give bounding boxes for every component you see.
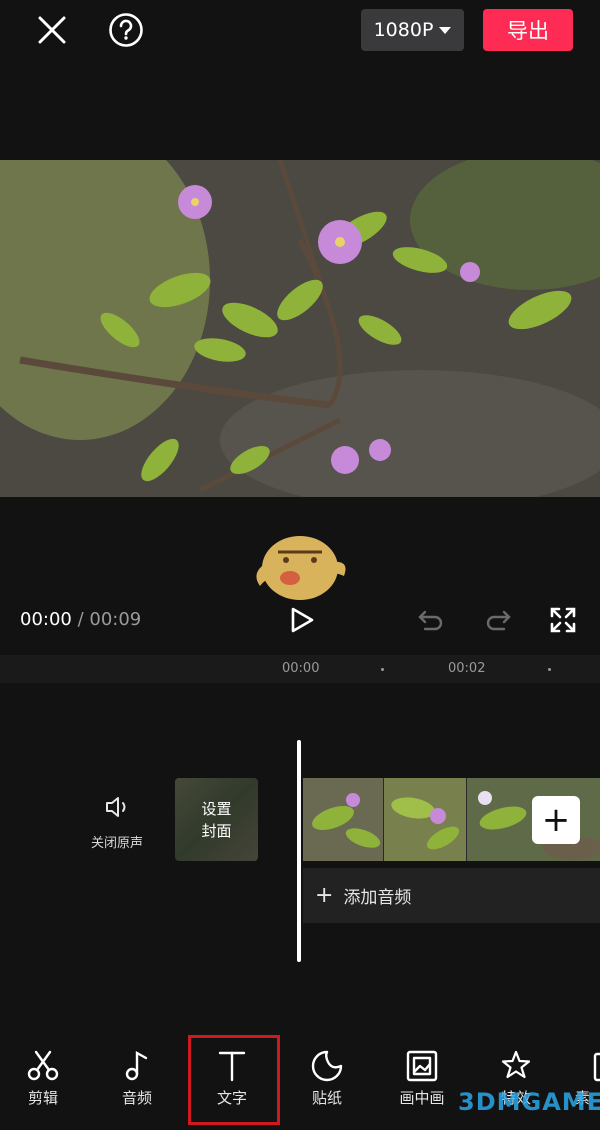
ruler-tick-dot [381, 668, 384, 671]
speaker-icon[interactable] [100, 792, 134, 822]
plus-icon: + [315, 883, 334, 908]
fullscreen-icon[interactable] [546, 603, 580, 637]
sticker-icon [311, 1050, 343, 1082]
close-icon[interactable] [30, 10, 74, 50]
set-cover-button[interactable]: 设置 封面 [175, 778, 258, 861]
current-time: 00:00 [20, 609, 72, 630]
toolbar-item-picture-in-picture[interactable]: 画中画 [387, 1050, 457, 1108]
toolbar-item-audio[interactable]: 音频 [102, 1050, 172, 1108]
toolbar-label: 音频 [121, 1089, 152, 1107]
ruler-tick-label: 00:00 [282, 661, 320, 676]
toolbar-item-sticker[interactable]: 贴纸 [292, 1050, 362, 1108]
video-preview[interactable] [0, 160, 600, 497]
site-watermark: 3DMGAME [458, 1088, 600, 1116]
ruler-tick-dot [548, 668, 551, 671]
time-display: 00:00 / 00:09 [20, 609, 141, 630]
cover-label: 设置 封面 [201, 798, 231, 842]
highlight-box [188, 1035, 280, 1125]
mascot-watermark-icon [250, 522, 350, 604]
toolbar-label: 剪辑 [27, 1089, 58, 1107]
caret-down-icon [439, 26, 452, 34]
picture-in-picture-icon [406, 1050, 438, 1082]
undo-icon[interactable] [414, 603, 448, 637]
scissors-icon [27, 1050, 59, 1081]
play-icon[interactable] [282, 600, 322, 640]
resolution-dropdown[interactable]: 1080P [361, 9, 464, 51]
toolbar-label: 贴纸 [311, 1089, 342, 1107]
cover-label-line1: 设置 [201, 799, 232, 818]
toolbar-item-edit[interactable]: 剪辑 [8, 1050, 78, 1108]
resolution-label: 1080P [373, 19, 434, 41]
help-icon[interactable] [104, 8, 148, 52]
time-separator: / [71, 609, 90, 630]
playhead[interactable] [297, 740, 301, 962]
export-button[interactable]: 导出 [483, 9, 573, 51]
effects-star-icon [501, 1050, 531, 1079]
ruler-tick-label: 00:02 [448, 661, 486, 676]
add-clip-button[interactable]: + [532, 796, 580, 844]
flower-photo [0, 160, 600, 497]
mute-original-audio-label[interactable]: 关闭原声 [80, 832, 154, 851]
total-time: 00:09 [89, 609, 142, 630]
redo-icon[interactable] [481, 603, 515, 637]
music-note-icon [125, 1050, 148, 1081]
add-audio-label: 添加音频 [343, 888, 412, 908]
cover-label-line2: 封面 [201, 821, 232, 840]
toolbar-label: 画中画 [399, 1089, 445, 1107]
add-audio-button[interactable]: + 添加音频 [303, 868, 600, 923]
material-icon [593, 1052, 600, 1082]
